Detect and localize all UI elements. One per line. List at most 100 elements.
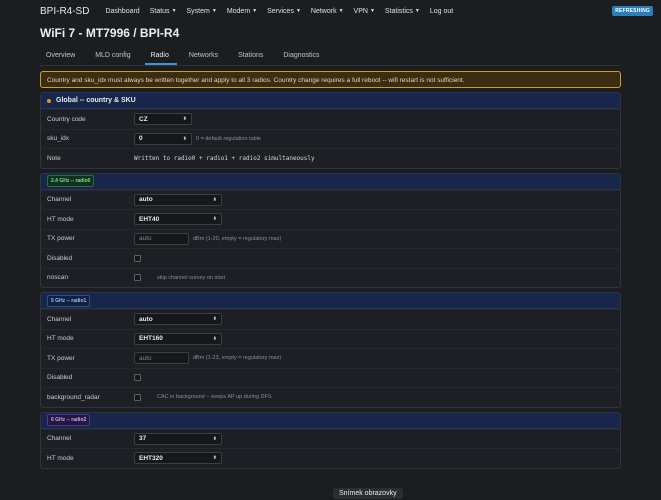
tab-networks[interactable]: Networks bbox=[183, 48, 226, 65]
screenshot-tooltip: Snímek obrazovky bbox=[333, 488, 403, 499]
section-header: 2.4 GHz -- radio0 bbox=[41, 173, 620, 190]
radio0-txpower-input[interactable]: auto bbox=[134, 232, 189, 245]
channel-label: Channel bbox=[47, 435, 72, 443]
refreshing-badge[interactable]: REFRESHING bbox=[612, 6, 653, 16]
menu-system[interactable]: System ▼ bbox=[187, 8, 217, 15]
radio0-section: 2.4 GHz -- radio0 Channel auto ⬍ HT mode … bbox=[40, 172, 621, 288]
bgradar-label: background_radar bbox=[47, 393, 100, 401]
radio1-section: 5 GHz -- radio1 Channel auto ⬍ HT mode EH… bbox=[40, 292, 621, 408]
row-disabled: Disabled bbox=[41, 367, 620, 388]
menu-network[interactable]: Network ▼ bbox=[311, 8, 344, 15]
disabled-label: Disabled bbox=[47, 374, 73, 382]
radio1-bgradar-checkbox[interactable] bbox=[134, 393, 141, 401]
chevron-updown-icon: ⬍ bbox=[212, 435, 217, 442]
sku-select[interactable]: 0 ⬍ bbox=[134, 132, 192, 145]
row-channel: Channel auto ⬍ bbox=[41, 309, 620, 329]
chevron-updown-icon: ⬍ bbox=[212, 216, 217, 223]
radio2-badge: 6 GHz -- radio2 bbox=[47, 414, 91, 426]
section-header: 5 GHz -- radio1 bbox=[41, 293, 620, 309]
tab-mld-config[interactable]: MLD config bbox=[89, 48, 138, 65]
country-label: Country code bbox=[47, 115, 86, 123]
chevron-down-icon: ▼ bbox=[295, 7, 301, 14]
main-menu: Dashboard Status ▼ System ▼ Modem ▼ Service… bbox=[105, 8, 453, 15]
menu-status[interactable]: Status ▼ bbox=[150, 8, 177, 15]
radio1-channel-select[interactable]: auto ⬍ bbox=[134, 313, 222, 326]
menu-statistics[interactable]: Statistics ▼ bbox=[385, 8, 420, 15]
row-channel: Channel 37 ⬍ bbox=[41, 428, 620, 449]
chevron-down-icon: ▼ bbox=[211, 7, 217, 14]
sku-hint: 0 = default regulation table bbox=[196, 135, 261, 142]
warning-banner: Country and sku_idx must always be writt… bbox=[40, 71, 621, 88]
section-header: 6 GHz -- radio2 bbox=[41, 412, 620, 429]
menu-logout[interactable]: Log out bbox=[430, 8, 453, 15]
htmode-label: HT mode bbox=[47, 215, 74, 223]
chevron-down-icon: ▼ bbox=[252, 7, 258, 14]
country-select[interactable]: CZ ⬍ bbox=[134, 113, 192, 126]
status-dot-icon bbox=[47, 98, 51, 103]
tab-bar: Overview MLD config Radio Networks Stati… bbox=[40, 48, 621, 66]
channel-label: Channel bbox=[47, 315, 72, 323]
chevron-updown-icon: ⬍ bbox=[212, 455, 217, 462]
htmode-label: HT mode bbox=[47, 454, 74, 462]
radio1-txpower-input[interactable]: auto bbox=[134, 352, 189, 365]
chevron-down-icon: ▼ bbox=[414, 7, 420, 14]
row-channel: Channel auto ⬍ bbox=[41, 189, 620, 210]
menu-dashboard[interactable]: Dashboard bbox=[105, 8, 139, 15]
txpower-label: TX power bbox=[47, 235, 75, 243]
note-label: Note bbox=[47, 154, 61, 162]
row-htmode: HT mode EHT160 ⬍ bbox=[41, 328, 620, 349]
radio0-htmode-select[interactable]: EHT40 ⬍ bbox=[134, 213, 222, 226]
noscan-label: noscan bbox=[47, 274, 68, 282]
disabled-label: Disabled bbox=[47, 254, 73, 262]
htmode-label: HT mode bbox=[47, 335, 74, 343]
channel-label: Channel bbox=[47, 196, 72, 204]
chevron-down-icon: ▼ bbox=[171, 7, 177, 14]
radio1-htmode-select[interactable]: EHT160 ⬍ bbox=[134, 332, 222, 345]
chevron-updown-icon: ⬍ bbox=[182, 135, 187, 142]
chevron-updown-icon: ⬍ bbox=[212, 316, 217, 323]
radio2-htmode-select[interactable]: EHT320 ⬍ bbox=[134, 452, 222, 465]
row-htmode: HT mode EHT320 ⬍ bbox=[41, 448, 620, 468]
txpower-hint: dBm (1-23, empty = regulatory max) bbox=[193, 355, 282, 362]
radio1-disabled-checkbox[interactable] bbox=[134, 374, 141, 382]
page-title: WiFi 7 - MT7996 / BPI-R4 bbox=[40, 26, 180, 40]
section-title: Global -- country & SKU bbox=[56, 97, 136, 104]
row-noscan: noscan skip channel survey on start bbox=[41, 267, 620, 288]
chevron-down-icon: ▼ bbox=[369, 7, 375, 14]
row-htmode: HT mode EHT40 ⬍ bbox=[41, 209, 620, 229]
txpower-label: TX power bbox=[47, 354, 75, 362]
row-background-radar: background_radar CAC in background -- ke… bbox=[41, 387, 620, 407]
chevron-down-icon: ▼ bbox=[338, 7, 344, 14]
radio2-section: 6 GHz -- radio2 Channel 37 ⬍ HT mode EHT3… bbox=[40, 411, 621, 469]
section-header: Global -- country & SKU bbox=[41, 93, 620, 109]
chevron-updown-icon: ⬍ bbox=[182, 116, 187, 123]
radio0-channel-select[interactable]: auto ⬍ bbox=[134, 193, 222, 206]
row-note: Note Written to radio0 + radio1 + radio2… bbox=[41, 148, 620, 168]
chevron-updown-icon: ⬍ bbox=[212, 335, 217, 342]
global-section: Global -- country & SKU Country code CZ ⬍… bbox=[40, 92, 621, 169]
row-sku: sku_idx 0 ⬍ 0 = default regulation table bbox=[41, 128, 620, 149]
note-value: Written to radio0 + radio1 + radio2 simu… bbox=[134, 154, 315, 162]
tab-overview[interactable]: Overview bbox=[40, 48, 83, 65]
row-txpower: TX power auto dBm (1-20, empty = regulat… bbox=[41, 228, 620, 249]
chevron-updown-icon: ⬍ bbox=[212, 196, 217, 203]
menu-services[interactable]: Services ▼ bbox=[267, 8, 301, 15]
row-disabled: Disabled bbox=[41, 248, 620, 268]
top-navbar: BPI-R4-SD Dashboard Status ▼ System ▼ Mode… bbox=[0, 0, 661, 22]
radio0-badge: 2.4 GHz -- radio0 bbox=[47, 175, 95, 187]
radio0-disabled-checkbox[interactable] bbox=[134, 254, 141, 262]
tab-radio[interactable]: Radio bbox=[144, 48, 177, 65]
radio1-badge: 5 GHz -- radio1 bbox=[47, 294, 91, 307]
sku-label: sku_idx bbox=[47, 135, 70, 143]
brand-logo[interactable]: BPI-R4-SD bbox=[40, 6, 89, 17]
bgradar-hint: CAC in background -- keeps AP up during … bbox=[157, 394, 272, 401]
menu-modem[interactable]: Modem ▼ bbox=[227, 8, 257, 15]
tab-stations[interactable]: Stations bbox=[232, 48, 271, 65]
txpower-hint: dBm (1-20, empty = regulatory max) bbox=[193, 235, 282, 242]
tab-diagnostics[interactable]: Diagnostics bbox=[277, 48, 327, 65]
radio0-noscan-checkbox[interactable] bbox=[134, 274, 141, 282]
menu-vpn[interactable]: VPN ▼ bbox=[354, 8, 375, 15]
radio2-channel-select[interactable]: 37 ⬍ bbox=[134, 432, 222, 445]
row-txpower: TX power auto dBm (1-23, empty = regulat… bbox=[41, 348, 620, 368]
row-country: Country code CZ ⬍ bbox=[41, 109, 620, 129]
